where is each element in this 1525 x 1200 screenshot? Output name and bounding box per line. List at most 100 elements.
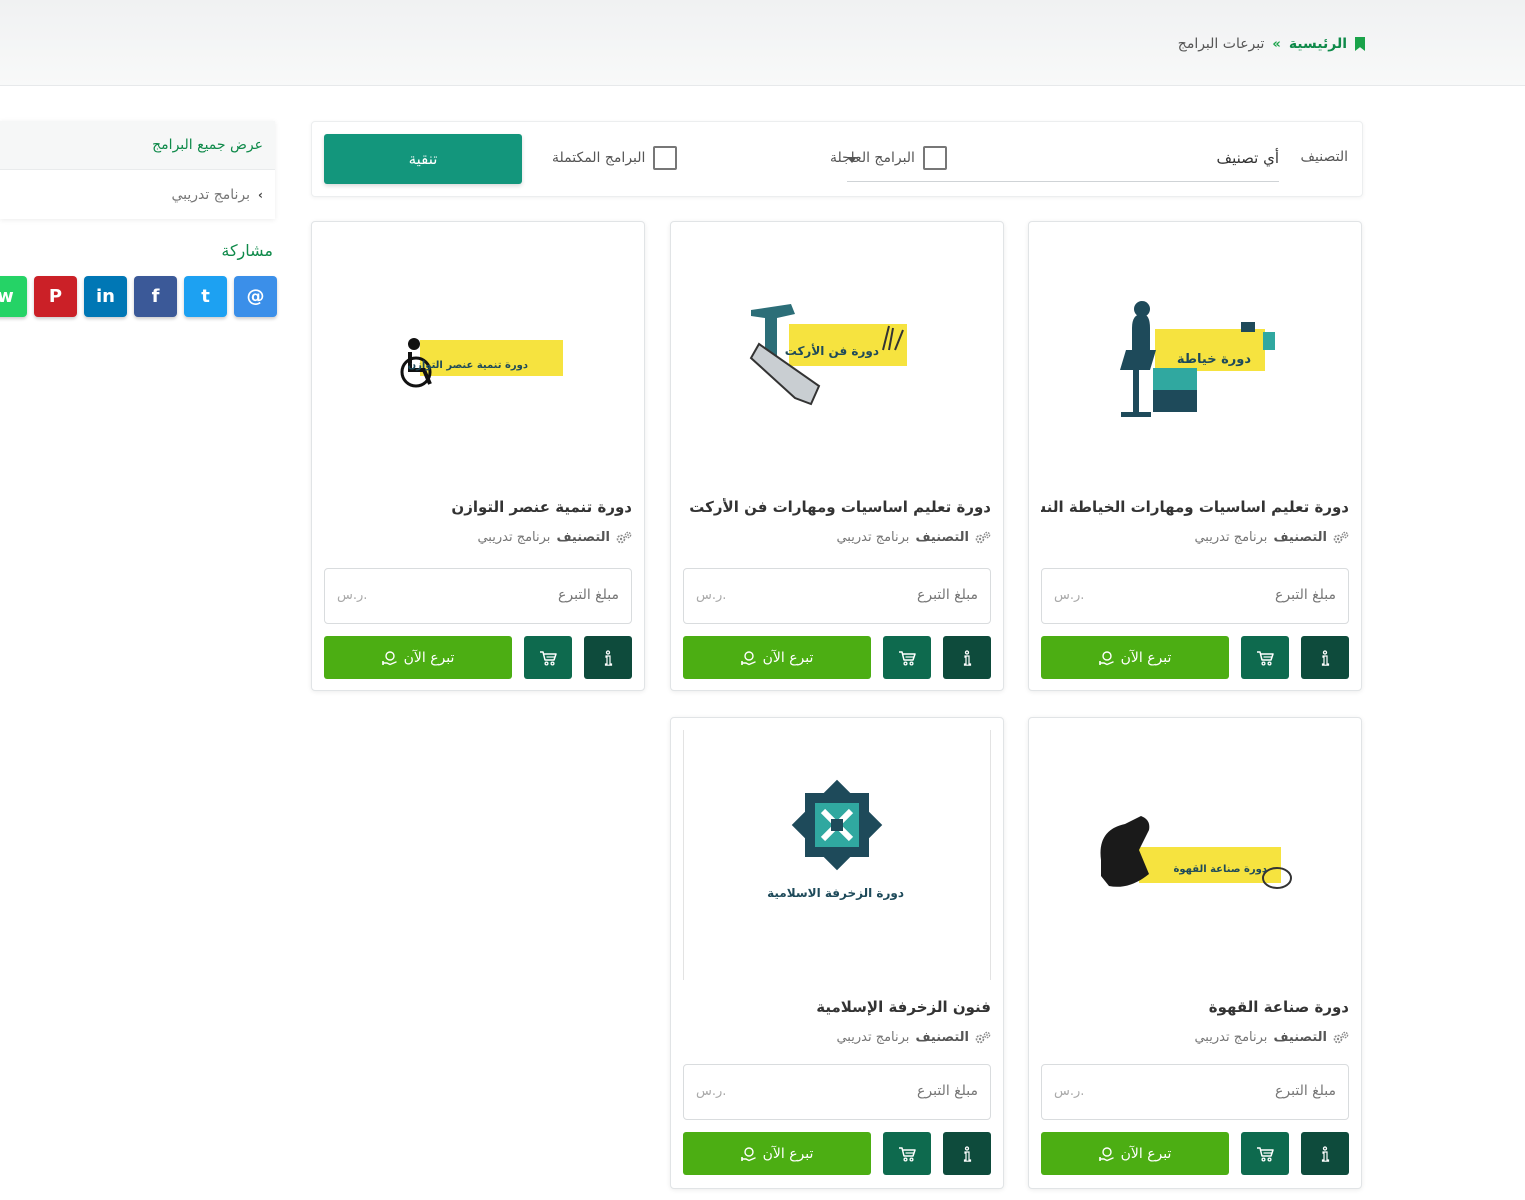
info-icon bbox=[604, 649, 613, 666]
currency-label: ر.س. bbox=[696, 588, 727, 603]
program-card: دورة تنمية عنصر التوازن دورة تنمية عنصر … bbox=[311, 221, 645, 691]
donate-now-button[interactable]: تبرع الآن bbox=[1041, 1132, 1229, 1175]
program-banner-text: دورة صناعة القهوة bbox=[1173, 864, 1267, 875]
donation-hand-icon bbox=[381, 650, 397, 665]
program-category: التصنيف برنامج تدريبي bbox=[1194, 530, 1349, 545]
info-button[interactable] bbox=[1301, 636, 1349, 679]
category-value: برنامج تدريبي bbox=[836, 530, 910, 545]
donation-amount-placeholder: مبلغ التبرع bbox=[1275, 1083, 1336, 1099]
info-button[interactable] bbox=[943, 1132, 991, 1175]
program-banner-text: دورة تنمية عنصر التوازن bbox=[407, 360, 528, 371]
donation-amount-input[interactable]: مبلغ التبرع ر.س. bbox=[683, 1064, 991, 1120]
cart-icon bbox=[1257, 1146, 1274, 1162]
breadcrumb-current: تبرعات البرامج bbox=[1177, 36, 1265, 52]
add-to-cart-button[interactable] bbox=[883, 636, 931, 679]
urgent-programs-filter[interactable]: البرامج العاجلة bbox=[830, 146, 947, 170]
info-button[interactable] bbox=[1301, 1132, 1349, 1175]
add-to-cart-button[interactable] bbox=[524, 636, 572, 679]
program-title[interactable]: دورة صناعة القهوة bbox=[1209, 998, 1349, 1016]
program-title[interactable]: فنون الزخرفة الإسلامية bbox=[816, 998, 991, 1016]
completed-programs-filter[interactable]: البرامج المكتملة bbox=[552, 146, 678, 170]
donate-now-label: تبرع الآن bbox=[1120, 649, 1172, 666]
sidebar-item-all-programs[interactable]: عرض جميع البرامج bbox=[0, 121, 275, 170]
email-icon: @ bbox=[246, 286, 265, 307]
sidebar-item-training-program[interactable]: › برنامج تدريبي bbox=[0, 170, 275, 219]
bookmark-icon bbox=[1355, 37, 1365, 51]
filter-button[interactable]: تنقية bbox=[324, 134, 522, 184]
add-to-cart-button[interactable] bbox=[883, 1132, 931, 1175]
donate-now-label: تبرع الآن bbox=[1120, 1145, 1172, 1162]
cart-icon bbox=[1257, 650, 1274, 666]
donation-amount-placeholder: مبلغ التبرع bbox=[1275, 587, 1336, 603]
completed-programs-checkbox[interactable] bbox=[653, 146, 678, 170]
info-button[interactable] bbox=[943, 636, 991, 679]
program-image[interactable]: دورة تنمية عنصر التوازن bbox=[324, 234, 632, 484]
facebook-icon: f bbox=[151, 286, 160, 307]
donate-now-button[interactable]: تبرع الآن bbox=[683, 636, 871, 679]
cogs-icon bbox=[1333, 531, 1349, 543]
facebook-share-button[interactable]: f bbox=[134, 276, 177, 317]
donate-now-button[interactable]: تبرع الآن bbox=[1041, 636, 1229, 679]
donation-amount-placeholder: مبلغ التبرع bbox=[558, 587, 619, 603]
program-image[interactable]: دورة صناعة القهوة bbox=[1041, 730, 1349, 980]
donation-amount-input[interactable]: مبلغ التبرع ر.س. bbox=[1041, 1064, 1349, 1120]
linkedin-share-button[interactable]: in bbox=[84, 276, 127, 317]
cogs-icon bbox=[616, 531, 632, 543]
cart-icon bbox=[899, 1146, 916, 1162]
program-image[interactable]: دورة فن الأركت bbox=[683, 234, 991, 484]
donate-now-button[interactable]: تبرع الآن bbox=[324, 636, 512, 679]
program-title[interactable]: دورة تعليم اساسيات ومهارات فن الأركت bbox=[689, 498, 991, 516]
program-category: التصنيف برنامج تدريبي bbox=[836, 1030, 991, 1045]
currency-label: ر.س. bbox=[1054, 1084, 1085, 1099]
urgent-programs-checkbox[interactable] bbox=[922, 146, 947, 170]
program-card: دورة الزخرفة الاسلامية فنون الزخرفة الإس… bbox=[670, 717, 1004, 1189]
category-label: التصنيف bbox=[915, 1030, 969, 1045]
info-icon bbox=[963, 1145, 972, 1162]
urgent-programs-label: البرامج العاجلة bbox=[830, 150, 915, 166]
pinterest-share-button[interactable]: P bbox=[34, 276, 77, 317]
category-label: التصنيف bbox=[1273, 530, 1327, 545]
program-banner-text: دورة الزخرفة الاسلامية bbox=[767, 886, 904, 900]
cogs-icon bbox=[975, 1031, 991, 1043]
program-banner-text: دورة خياطة bbox=[1176, 352, 1251, 367]
category-label: التصنيف bbox=[915, 530, 969, 545]
program-card: دورة صناعة القهوة دورة صناعة القهوة التص… bbox=[1028, 717, 1362, 1189]
twitter-share-button[interactable]: t bbox=[184, 276, 227, 317]
program-title[interactable]: دورة تعليم اساسيات ومهارات الخياطة النس.… bbox=[1041, 498, 1349, 516]
whatsapp-share-button[interactable]: w bbox=[0, 276, 27, 317]
program-image[interactable]: دورة خياطة bbox=[1041, 234, 1349, 484]
add-to-cart-button[interactable] bbox=[1241, 1132, 1289, 1175]
share-buttons: w Pin f t @ bbox=[0, 276, 277, 317]
currency-label: ر.س. bbox=[1054, 588, 1085, 603]
whatsapp-icon: w bbox=[0, 286, 14, 307]
donate-now-label: تبرع الآن bbox=[403, 649, 455, 666]
category-value: برنامج تدريبي bbox=[1194, 530, 1268, 545]
chevron-left-icon: › bbox=[258, 187, 263, 202]
email-share-button[interactable]: @ bbox=[234, 276, 277, 317]
category-label: التصنيف bbox=[1273, 1030, 1327, 1045]
donation-amount-placeholder: مبلغ التبرع bbox=[917, 587, 978, 603]
twitter-icon: t bbox=[201, 286, 210, 307]
donation-amount-input[interactable]: مبلغ التبرع ر.س. bbox=[324, 568, 632, 624]
program-category: التصنيف برنامج تدريبي bbox=[1194, 1030, 1349, 1045]
currency-label: ر.س. bbox=[696, 1084, 727, 1099]
header-band: الرئيسية » تبرعات البرامج bbox=[0, 0, 1525, 86]
linkedin-icon: in bbox=[96, 286, 115, 307]
category-label: التصنيف bbox=[556, 530, 610, 545]
program-category: التصنيف برنامج تدريبي bbox=[477, 530, 632, 545]
donate-now-button[interactable]: تبرع الآن bbox=[683, 1132, 871, 1175]
breadcrumb-home-link[interactable]: الرئيسية bbox=[1289, 36, 1347, 52]
category-filter-label: التصنيف bbox=[1300, 149, 1348, 165]
donation-amount-input[interactable]: مبلغ التبرع ر.س. bbox=[1041, 568, 1349, 624]
donation-amount-input[interactable]: مبلغ التبرع ر.س. bbox=[683, 568, 991, 624]
program-title[interactable]: دورة تنمية عنصر التوازن bbox=[451, 498, 632, 516]
add-to-cart-button[interactable] bbox=[1241, 636, 1289, 679]
currency-label: ر.س. bbox=[337, 588, 368, 603]
info-button[interactable] bbox=[584, 636, 632, 679]
breadcrumb: الرئيسية » تبرعات البرامج bbox=[1178, 36, 1365, 52]
category-value: برنامج تدريبي bbox=[1194, 1030, 1268, 1045]
pinterest-icon: P bbox=[48, 286, 63, 307]
filter-bar: التصنيف أي تصنيف البرامج العاجلة البرامج… bbox=[311, 121, 1363, 197]
program-image[interactable]: دورة الزخرفة الاسلامية bbox=[683, 730, 991, 980]
breadcrumb-separator: » bbox=[1272, 36, 1281, 52]
